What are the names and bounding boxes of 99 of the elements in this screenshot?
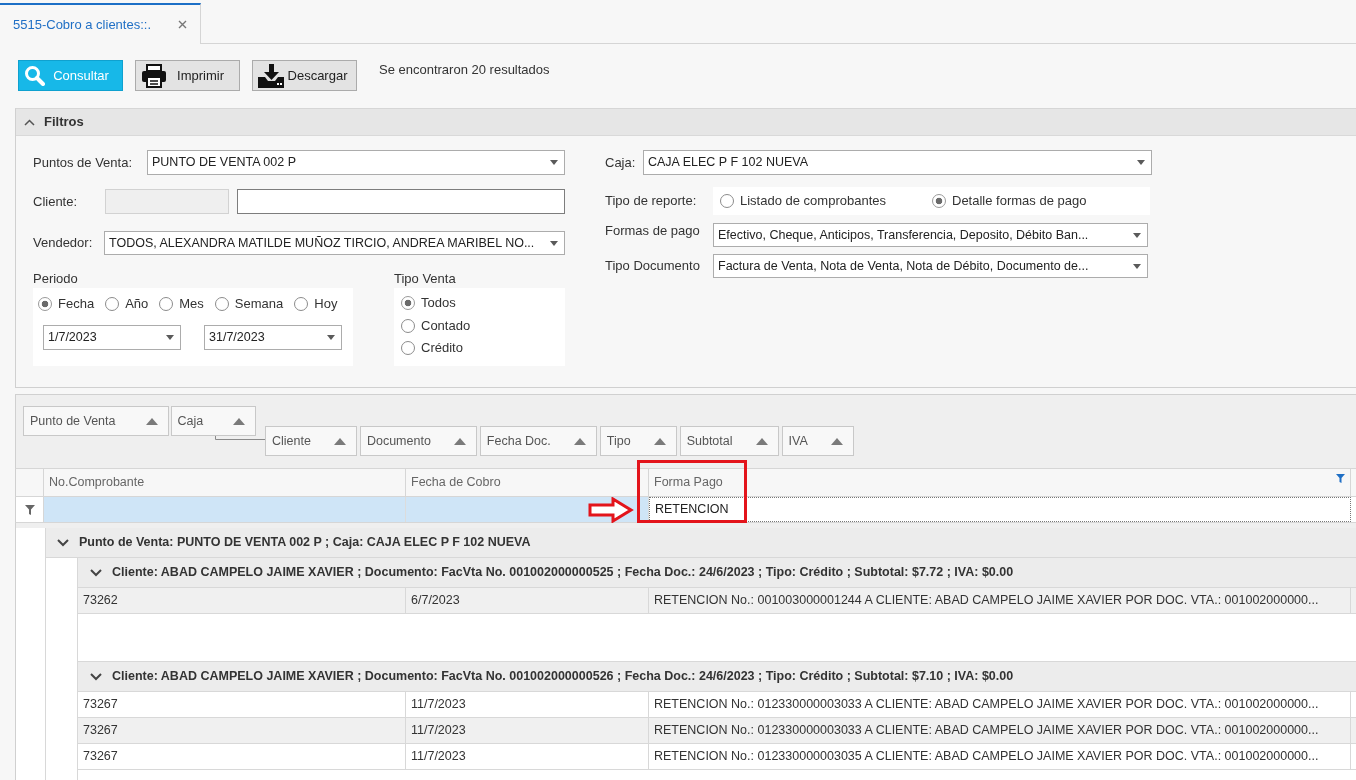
- radio-label[interactable]: Mes: [179, 296, 204, 312]
- group-row[interactable]: Punto de Venta: PUNTO DE VENTA 002 P ; Caja: CAJA ELEC P F 102 NUEVA: [46, 528, 1356, 558]
- dropdown-field[interactable]: Efectivo, Cheque, Anticipos, Transferencia, Deposito, Débito Ban...: [713, 223, 1148, 247]
- table-cell: RETENCION No.: 012330000003033 A CLIENTE: ABAD CAMPELO JAIME XAVIER POR DOC. VTA.: 001002000000...: [649, 692, 1351, 717]
- radio-button[interactable]: [159, 297, 174, 311]
- group-by-field[interactable]: Cliente: [265, 426, 357, 456]
- chevron-down-icon[interactable]: [90, 672, 102, 681]
- group-row[interactable]: Cliente: ABAD CAMPELO JAIME XAVIER ; Documento: FacVta No. 001002000000525 ; Fecha Doc.: 24/6/2023 ; Tipo: Crédito ; Subtotal: $7.72 ; IVA: $0.00: [78, 558, 1356, 588]
- chevron-down-icon[interactable]: [57, 538, 69, 547]
- input-field[interactable]: [237, 189, 565, 214]
- chevron-down-icon[interactable]: [90, 568, 102, 577]
- group-caption: Cliente: ABAD CAMPELO JAIME XAVIER ; Documento: FacVta No. 001002000000525 ; Fecha Doc.: 24/6/2023 ; Tipo: Crédito ; Subtotal: $7.72 ; IVA: $0.00: [112, 565, 1014, 580]
- print-button[interactable]: Imprimir: [135, 60, 240, 91]
- caret-down-icon[interactable]: [1133, 263, 1141, 269]
- sort-ascending-icon[interactable]: [333, 437, 346, 445]
- radio-button[interactable]: [720, 194, 734, 208]
- close-icon[interactable]: [178, 20, 187, 29]
- search-icon[interactable]: [24, 65, 45, 86]
- dropdown-field[interactable]: PUNTO DE VENTA 002 P: [147, 150, 565, 175]
- radio-button[interactable]: [214, 297, 229, 311]
- table-cell: 6/7/2023: [406, 588, 649, 613]
- filter-cell[interactable]: [44, 497, 406, 522]
- document-tab[interactable]: 5515-Cobro a clientes::.: [0, 3, 201, 44]
- table-cell: 73262: [78, 588, 406, 613]
- result-count-text: Se encontraron 20 resultados: [379, 61, 550, 79]
- field-label: Caja:: [605, 154, 637, 171]
- group-by-field[interactable]: Tipo: [599, 426, 677, 456]
- table-cell: 73267: [78, 744, 406, 769]
- column-header[interactable]: Forma Pago: [649, 469, 1351, 496]
- radio-label[interactable]: Listado de comprobantes: [740, 193, 886, 209]
- filter-cell[interactable]: RETENCION: [649, 497, 1351, 522]
- caret-down-icon[interactable]: [1137, 160, 1145, 165]
- field-label: Formas de pago: [605, 223, 701, 239]
- radio-label[interactable]: Crédito: [421, 340, 463, 357]
- group-by-field[interactable]: Caja: [170, 406, 257, 436]
- caret-down-icon[interactable]: [1133, 232, 1141, 238]
- sort-ascending-icon[interactable]: [453, 437, 466, 445]
- sort-ascending-icon[interactable]: [755, 437, 768, 445]
- chevron-up-icon[interactable]: [24, 118, 35, 126]
- radio-label[interactable]: Semana: [234, 296, 284, 312]
- caret-down-icon[interactable]: [166, 335, 174, 340]
- field-label: Cliente:: [33, 193, 79, 210]
- group-by-field[interactable]: Fecha Doc.: [479, 426, 597, 456]
- caret-down-icon[interactable]: [327, 335, 335, 340]
- group-by-field[interactable]: IVA: [781, 426, 854, 456]
- radio-button[interactable]: [932, 194, 946, 208]
- field-label: Tipo de reporte:: [605, 193, 698, 209]
- sort-ascending-icon[interactable]: [233, 417, 246, 425]
- radio-label[interactable]: Año: [125, 296, 149, 312]
- download-icon[interactable]: [258, 63, 284, 88]
- radio-label[interactable]: Hoy: [314, 296, 338, 312]
- table-cell: 73267: [78, 692, 406, 717]
- group-by-field[interactable]: Subtotal: [679, 426, 779, 456]
- radio-label[interactable]: Contado: [421, 317, 471, 334]
- sort-ascending-icon[interactable]: [573, 437, 586, 445]
- radio-label[interactable]: Detalle formas de pago: [952, 193, 1087, 209]
- radio-label[interactable]: Todos: [421, 295, 456, 312]
- date-field[interactable]: 31/7/2023: [204, 325, 342, 350]
- table-cell: 73267: [78, 718, 406, 743]
- group-caption: Punto de Venta: PUNTO DE VENTA 002 P ; Caja: CAJA ELEC P F 102 NUEVA: [79, 535, 531, 550]
- section-label: Tipo Venta: [394, 270, 457, 288]
- download-button[interactable]: Descargar: [252, 60, 357, 91]
- sort-ascending-icon[interactable]: [145, 417, 158, 425]
- column-header[interactable]: Fecha de Cobro: [406, 469, 649, 496]
- field-label: Vendedor:: [33, 235, 94, 251]
- table-cell: 11/7/2023: [406, 744, 649, 769]
- dropdown-field[interactable]: CAJA ELEC P F 102 NUEVA: [643, 150, 1152, 175]
- field-label: Puntos de Venta:: [33, 154, 134, 171]
- panel-header[interactable]: Filtros: [16, 109, 1356, 136]
- caret-down-icon[interactable]: [550, 240, 558, 246]
- filter-icon: [24, 504, 35, 515]
- column-header[interactable]: No.Comprobante: [44, 469, 406, 496]
- radio-button[interactable]: [38, 297, 52, 311]
- caret-down-icon[interactable]: [550, 160, 558, 165]
- group-caption: Cliente: ABAD CAMPELO JAIME XAVIER ; Documento: FacVta No. 001002000000526 ; Fecha Doc.: 24/6/2023 ; Tipo: Crédito ; Subtotal: $7.10 ; IVA: $0.00: [112, 669, 1014, 684]
- radio-button[interactable]: [294, 297, 309, 311]
- group-row[interactable]: Cliente: ABAD CAMPELO JAIME XAVIER ; Documento: FacVta No. 001002000000526 ; Fecha Doc.: 24/6/2023 ; Tipo: Crédito ; Subtotal: $7.10 ; IVA: $0.00: [78, 662, 1356, 692]
- dropdown-field[interactable]: Factura de Venta, Nota de Venta, Nota de Débito, Documento de...: [713, 254, 1148, 278]
- table-cell: RETENCION No.: 001003000001244 A CLIENTE: ABAD CAMPELO JAIME XAVIER POR DOC. VTA.: 001002000000...: [649, 588, 1351, 613]
- connector-line: [215, 436, 265, 440]
- printer-icon[interactable]: [141, 63, 167, 88]
- filter-icon[interactable]: [1336, 474, 1345, 483]
- field-label: Tipo Documento: [605, 258, 701, 274]
- group-by-field[interactable]: Punto de Venta: [23, 406, 169, 436]
- dropdown-field[interactable]: TODOS, ALEXANDRA MATILDE MUÑOZ TIRCIO, ANDREA MARIBEL NO...: [104, 231, 565, 255]
- table-cell: RETENCION No.: 012330000003033 A CLIENTE: ABAD CAMPELO JAIME XAVIER POR DOC. VTA.: 001002000000...: [649, 718, 1351, 743]
- radio-label[interactable]: Fecha: [58, 296, 95, 312]
- table-cell: 11/7/2023: [406, 692, 649, 717]
- sort-ascending-icon[interactable]: [653, 437, 666, 445]
- sort-ascending-icon[interactable]: [830, 437, 843, 445]
- date-field[interactable]: 1/7/2023: [43, 325, 181, 350]
- radio-button[interactable]: [401, 341, 415, 356]
- radio-button[interactable]: [401, 296, 415, 311]
- table-cell: RETENCION No.: 012330000003035 A CLIENTE: ABAD CAMPELO JAIME XAVIER POR DOC. VTA.: 001002000000...: [649, 744, 1351, 769]
- section-label: Periodo: [33, 270, 79, 288]
- radio-button[interactable]: [105, 297, 120, 311]
- group-by-field[interactable]: Documento: [359, 426, 477, 456]
- table-cell: 11/7/2023: [406, 718, 649, 743]
- radio-button[interactable]: [401, 318, 415, 333]
